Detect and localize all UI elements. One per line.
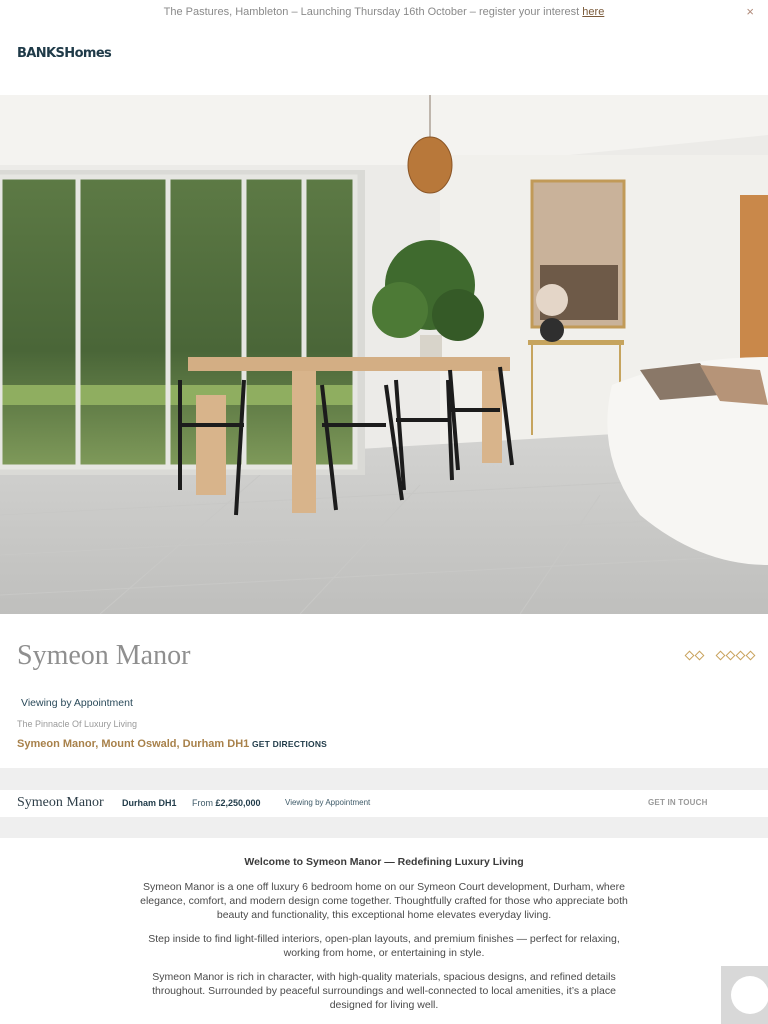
gallery-dot[interactable]: [694, 650, 705, 661]
info-bar-viewing: Viewing by Appointment: [285, 798, 371, 807]
gallery-dot[interactable]: [684, 650, 695, 661]
divider-band: [0, 817, 768, 838]
gallery-dot[interactable]: [725, 650, 736, 661]
price-prefix: From: [192, 798, 213, 808]
info-bar-price: From £2,250,000: [192, 798, 261, 808]
page-title: Symeon Manor: [17, 640, 191, 671]
description-heading: Welcome to Symeon Manor — Redefining Lux…: [244, 856, 524, 868]
chat-widget[interactable]: [721, 966, 768, 1024]
get-directions-link[interactable]: GET DIRECTIONS: [252, 739, 327, 749]
address: Symeon Manor, Mount Oswald, Durham DH1: [17, 738, 250, 750]
announcement-text: The Pastures, Hambleton – Launching Thur…: [163, 6, 580, 18]
tagline: The Pinnacle Of Luxury Living: [17, 719, 138, 729]
info-bar-title: Symeon Manor: [17, 795, 104, 810]
description-paragraph: Symeon Manor is rich in character, with …: [152, 971, 616, 1011]
viewing-label: Viewing by Appointment: [21, 697, 133, 709]
description-paragraph: Symeon Manor is a one off luxury 6 bedro…: [140, 881, 628, 921]
price-value: £2,250,000: [215, 798, 261, 808]
logo[interactable]: BANKSHomes: [17, 46, 112, 61]
sticky-info-bar: Symeon Manor Durham DH1 From £2,250,000 …: [0, 790, 768, 817]
gallery-dot[interactable]: [715, 650, 726, 661]
announcement-link[interactable]: here: [582, 6, 604, 18]
hero-image: [0, 95, 768, 614]
chat-icon[interactable]: [731, 976, 768, 1014]
gallery-dot[interactable]: [735, 650, 746, 661]
divider-band: [0, 768, 768, 790]
description-paragraph: Step inside to find light-filled interio…: [148, 933, 620, 959]
gallery-indicator[interactable]: [684, 650, 756, 661]
get-in-touch-button[interactable]: GET IN TOUCH: [648, 798, 708, 807]
description: Welcome to Symeon Manor — Redefining Lux…: [130, 855, 638, 1022]
gallery-dot[interactable]: [745, 650, 756, 661]
info-bar-location: Durham DH1: [122, 798, 177, 808]
close-icon[interactable]: ×: [746, 0, 754, 24]
announcement-bar: The Pastures, Hambleton – Launching Thur…: [0, 0, 768, 26]
